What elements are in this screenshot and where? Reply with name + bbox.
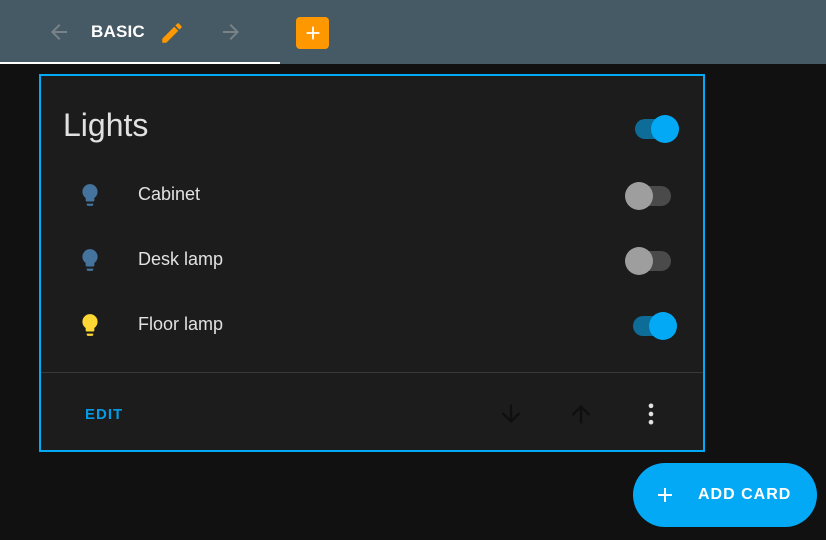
arrow-down-icon[interactable]: [497, 400, 525, 428]
card-title: Lights: [63, 107, 149, 143]
plus-icon: [306, 26, 319, 40]
toggle-knob: [651, 115, 679, 143]
tab-basic[interactable]: BASIC: [91, 22, 145, 42]
pencil-icon[interactable]: [159, 20, 185, 46]
edit-button[interactable]: EDIT: [85, 406, 123, 423]
master-toggle[interactable]: [629, 111, 681, 143]
add-view-button[interactable]: [296, 17, 329, 49]
dots-vertical-icon[interactable]: [637, 400, 665, 428]
add-card-label: ADD CARD: [698, 486, 792, 503]
toggle-knob: [649, 312, 677, 340]
lightbulb-icon: [82, 184, 98, 206]
entity-toggle[interactable]: [625, 243, 679, 275]
card-divider: [41, 372, 703, 373]
arrow-up-icon[interactable]: [567, 400, 595, 428]
toggle-knob: [625, 247, 653, 275]
entity-row[interactable]: Floor lamp: [41, 305, 703, 345]
entity-name: Floor lamp: [138, 314, 224, 334]
lights-card: Lights Cabinet Desk lamp Floor lamp EDIT: [39, 74, 705, 452]
entity-name: Cabinet: [138, 184, 201, 204]
entity-toggle[interactable]: [625, 178, 679, 210]
lightbulb-icon: [82, 314, 98, 336]
toolbar: BASIC: [0, 0, 826, 64]
toggle-knob: [625, 182, 653, 210]
arrow-right-icon[interactable]: [219, 20, 243, 44]
lightbulb-icon: [82, 249, 98, 271]
entity-toggle[interactable]: [627, 308, 679, 340]
entity-row[interactable]: Cabinet: [41, 175, 703, 215]
add-card-button[interactable]: ADD CARD: [633, 463, 817, 527]
active-tab-indicator: [0, 62, 280, 64]
entity-row[interactable]: Desk lamp: [41, 240, 703, 280]
entity-name: Desk lamp: [138, 249, 224, 269]
plus-icon: [658, 488, 672, 502]
arrow-left-icon[interactable]: [47, 20, 71, 44]
